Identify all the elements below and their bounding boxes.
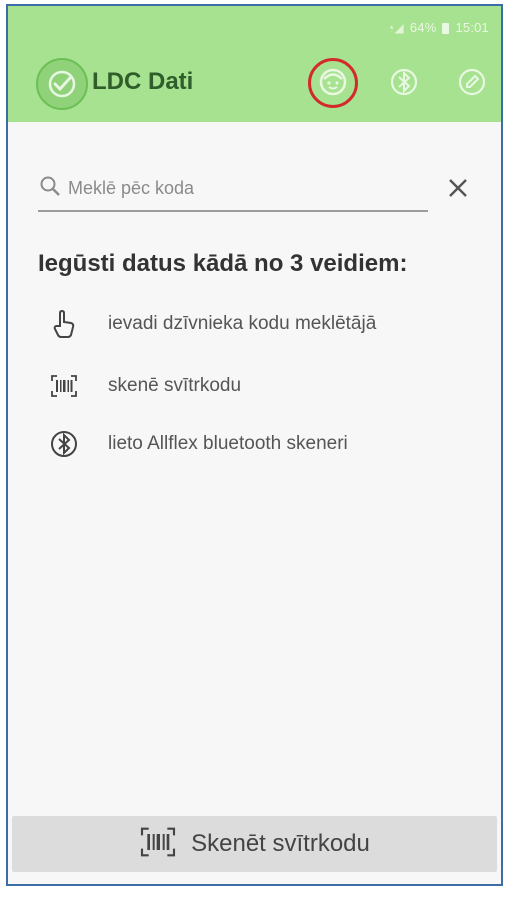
signal-icon: ◔◢ xyxy=(386,20,404,35)
option-label: skenē svītrkodu xyxy=(108,375,242,396)
scan-button-label: Skenēt svītrkodu xyxy=(191,830,370,857)
status-bar: ◔◢ 64% 15:01 xyxy=(387,20,489,35)
clock: 15:01 xyxy=(455,20,489,35)
search-icon xyxy=(38,174,62,203)
barcode-icon xyxy=(139,826,177,863)
touch-icon xyxy=(48,308,80,340)
close-icon xyxy=(449,179,467,197)
option-scan-barcode: skenē svītrkodu xyxy=(48,370,241,402)
battery-level: 64% xyxy=(409,20,437,35)
phone-screen: ◔◢ 64% 15:01 LDC Dati Meklē pēc koda Ieg… xyxy=(6,4,503,886)
clear-search-button[interactable] xyxy=(440,170,476,206)
app-logo-icon xyxy=(36,58,88,110)
search-bar xyxy=(38,166,428,212)
barcode-icon xyxy=(48,370,80,402)
bluetooth-icon[interactable] xyxy=(386,64,422,100)
option-label: lieto Allflex bluetooth skeneri xyxy=(108,433,348,454)
profile-face-icon[interactable] xyxy=(315,64,351,100)
search-input[interactable] xyxy=(62,169,400,207)
bluetooth-icon xyxy=(48,428,80,460)
option-label: ievadi dzīvnieka kodu meklētājā xyxy=(108,313,377,334)
app-title: LDC Dati xyxy=(92,68,194,95)
battery-icon xyxy=(442,23,450,34)
edit-pencil-icon[interactable] xyxy=(454,64,490,100)
option-manual-entry: ievadi dzīvnieka kodu meklētājā xyxy=(48,308,376,340)
scan-barcode-button[interactable]: Skenēt svītrkodu xyxy=(12,816,497,872)
instructions-heading: Iegūsti datus kādā no 3 veidiem: xyxy=(38,250,408,277)
option-bluetooth-scanner: lieto Allflex bluetooth skeneri xyxy=(48,428,348,460)
app-bar: ◔◢ 64% 15:01 LDC Dati xyxy=(8,6,501,122)
